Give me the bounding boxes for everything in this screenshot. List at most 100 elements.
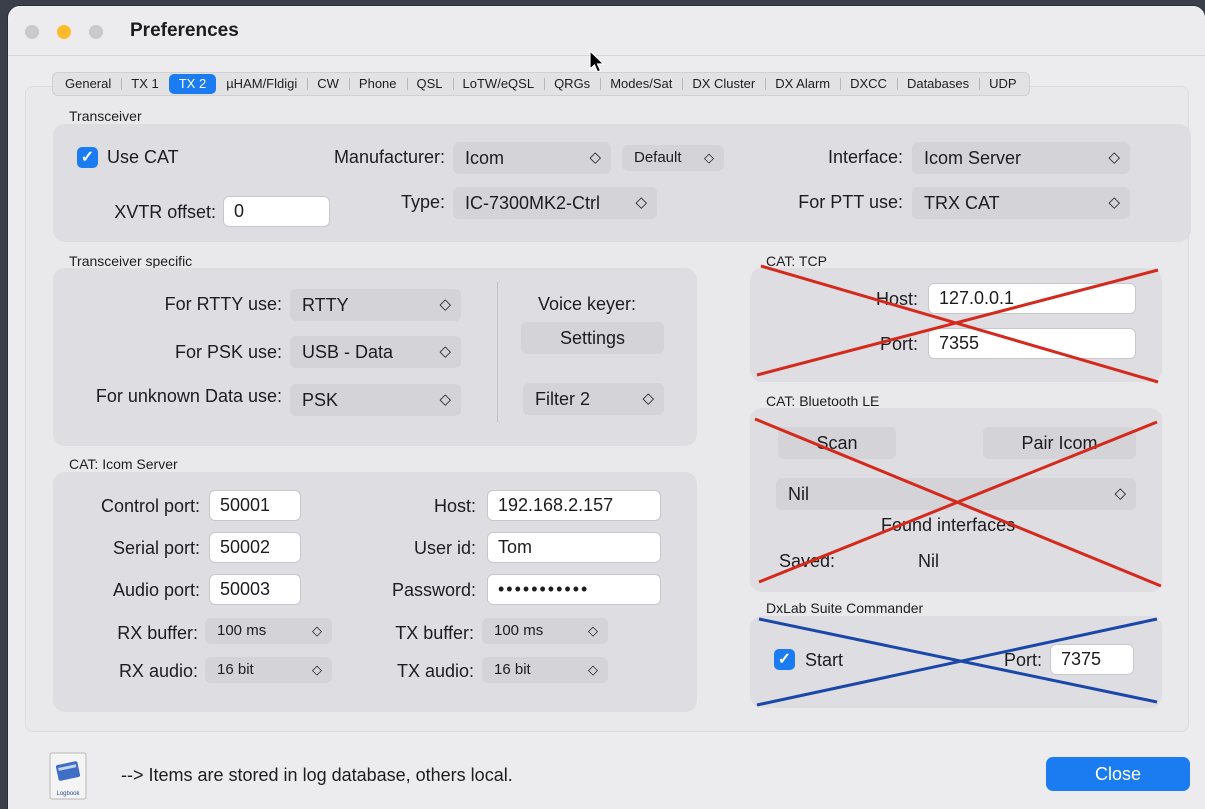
chevron-updown-icon: ◇: [704, 150, 714, 165]
tab-cw[interactable]: CW: [307, 74, 349, 94]
psk-value: USB - Data: [302, 342, 394, 362]
unknown-data-label: For unknown Data use:: [95, 386, 282, 406]
rx-audio-value: 16 bit: [217, 661, 254, 678]
manufacturer-select[interactable]: Icom ◇: [453, 142, 611, 174]
tx-buffer-label: TX buffer:: [395, 623, 474, 643]
dxlab-port-field[interactable]: 7375: [1050, 644, 1134, 675]
audio-port-field[interactable]: 50003: [209, 574, 301, 605]
tcp-host-field[interactable]: 127.0.0.1: [928, 283, 1136, 314]
control-port-label: Control port:: [100, 496, 200, 516]
chevron-updown-icon: ◇: [439, 343, 451, 360]
rtty-value: RTTY: [302, 295, 349, 315]
psk-select[interactable]: USB - Data ◇: [290, 336, 461, 368]
mouse-pointer-icon: [589, 50, 605, 73]
ptt-select[interactable]: TRX CAT ◇: [912, 187, 1130, 219]
chevron-updown-icon: ◇: [635, 194, 647, 211]
type-select[interactable]: IC-7300MK2-Ctrl ◇: [453, 187, 657, 219]
tab-dx-cluster[interactable]: DX Cluster: [682, 74, 765, 94]
tx-buffer-value: 100 ms: [494, 622, 544, 639]
found-interfaces-label: Found interfaces: [881, 515, 1016, 535]
default-select[interactable]: Default ◇: [622, 145, 724, 171]
rtty-label: For RTTY use:: [164, 294, 282, 314]
title-bar: Preferences: [8, 6, 1205, 56]
close-button[interactable]: Close: [1046, 757, 1190, 791]
password-field[interactable]: •••••••••••: [487, 574, 661, 605]
unknown-data-select[interactable]: PSK ◇: [290, 384, 461, 416]
tcp-port-field[interactable]: 7355: [928, 328, 1136, 359]
tab-lotw-eqsl[interactable]: LoTW/eQSL: [452, 74, 545, 94]
close-window-button[interactable]: [25, 25, 39, 39]
manufacturer-label: Manufacturer:: [333, 147, 445, 167]
tx-audio-select[interactable]: 16 bit ◇: [482, 657, 608, 683]
tx-audio-value: 16 bit: [494, 661, 531, 678]
serial-port-field[interactable]: 50002: [209, 532, 301, 563]
tab-modes-sat[interactable]: Modes/Sat: [600, 74, 682, 94]
voice-keyer-settings-button[interactable]: Settings: [521, 322, 664, 354]
rtty-select[interactable]: RTTY ◇: [290, 289, 461, 321]
scan-button[interactable]: Scan: [778, 427, 896, 459]
manufacturer-value: Icom: [465, 148, 505, 168]
user-id-label: User id:: [413, 538, 476, 558]
type-label: Type:: [400, 192, 445, 212]
tab-tx2[interactable]: TX 2: [168, 74, 217, 94]
filter-select[interactable]: Filter 2 ◇: [523, 383, 664, 415]
chevron-updown-icon: ◇: [588, 662, 598, 677]
rx-buffer-label: RX buffer:: [117, 623, 198, 643]
rx-audio-select[interactable]: 16 bit ◇: [205, 657, 332, 683]
tab-qsl[interactable]: QSL: [406, 74, 453, 94]
chevron-updown-icon: ◇: [1108, 194, 1120, 211]
chevron-updown-icon: ◇: [589, 149, 601, 166]
ptt-label: For PTT use:: [798, 192, 903, 212]
chevron-updown-icon: ◇: [588, 623, 598, 638]
use-cat-label: Use CAT: [107, 147, 179, 167]
password-label: Password:: [391, 580, 476, 600]
voice-keyer-label: Voice keyer:: [538, 294, 637, 314]
saved-value: Nil: [918, 551, 939, 571]
dxlab-group-label: DxLab Suite Commander: [766, 600, 924, 616]
tab-phone[interactable]: Phone: [348, 74, 407, 94]
bluetooth-device-value: Nil: [788, 484, 809, 504]
chevron-updown-icon: ◇: [642, 390, 654, 407]
use-cat-checkbox[interactable]: ✓: [77, 147, 98, 168]
dxlab-start-label: Start: [805, 650, 844, 670]
tab-databases[interactable]: Databases: [896, 74, 979, 94]
tx-buffer-select[interactable]: 100 ms ◇: [482, 618, 608, 644]
specific-divider: [497, 282, 498, 422]
tab-qrgs[interactable]: QRGs: [544, 74, 600, 94]
tcp-port-label: Port:: [879, 334, 918, 354]
default-value: Default: [634, 149, 682, 166]
tab-tx1[interactable]: TX 1: [121, 74, 168, 94]
rx-buffer-select[interactable]: 100 ms ◇: [205, 618, 332, 644]
tab-bar: General TX 1 TX 2 µHAM/Fldigi CW Phone Q…: [52, 72, 1030, 96]
user-id-field[interactable]: Tom: [487, 532, 661, 563]
tab-uham-fldigi[interactable]: µHAM/Fldigi: [216, 74, 307, 94]
filter-value: Filter 2: [535, 389, 591, 409]
transceiver-group-label: Transceiver: [69, 108, 142, 124]
specific-group-label: Transceiver specific: [69, 253, 193, 269]
rx-audio-label: RX audio:: [118, 661, 198, 681]
tx-audio-label: TX audio:: [396, 661, 474, 681]
pair-icom-button[interactable]: Pair Icom: [983, 427, 1136, 459]
xvtr-offset-field[interactable]: 0: [223, 196, 330, 227]
dxlab-start-checkbox[interactable]: ✓: [774, 649, 795, 670]
type-value: IC-7300MK2-Ctrl: [465, 193, 601, 213]
host-field[interactable]: 192.168.2.157: [487, 490, 661, 521]
tab-udp[interactable]: UDP: [979, 74, 1026, 94]
tcp-host-label: Host:: [875, 289, 918, 309]
rx-buffer-value: 100 ms: [217, 622, 267, 639]
audio-port-label: Audio port:: [112, 580, 200, 600]
preferences-window: Preferences General TX 1 TX 2 µHAM/Fldig…: [8, 6, 1205, 809]
zoom-window-button[interactable]: [89, 25, 103, 39]
ptt-value: TRX CAT: [924, 193, 1000, 213]
control-port-field[interactable]: 50001: [209, 490, 301, 521]
interface-select[interactable]: Icom Server ◇: [912, 142, 1130, 174]
bluetooth-group-label: CAT: Bluetooth LE: [766, 393, 880, 409]
tab-general[interactable]: General: [55, 74, 121, 94]
bluetooth-device-select[interactable]: Nil ◇: [776, 478, 1136, 510]
chevron-updown-icon: ◇: [1114, 485, 1126, 502]
chevron-updown-icon: ◇: [439, 296, 451, 313]
tab-dx-alarm[interactable]: DX Alarm: [765, 74, 840, 94]
tab-dxcc[interactable]: DXCC: [840, 74, 897, 94]
window-title: Preferences: [130, 20, 239, 41]
minimize-window-button[interactable]: [57, 25, 71, 39]
